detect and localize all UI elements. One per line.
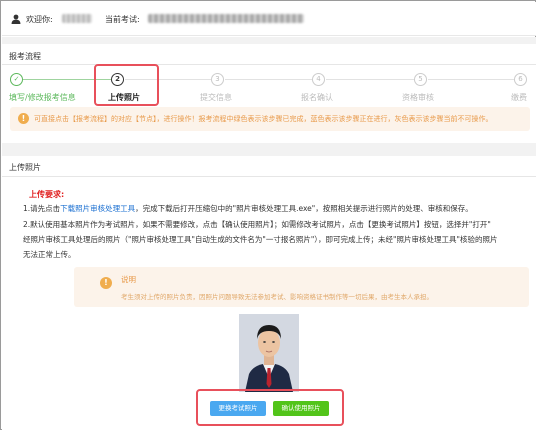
step-1-done-icon[interactable]: ✓ — [10, 73, 23, 86]
step-4-label[interactable]: 报名确认 — [301, 92, 333, 103]
top-bar: 欢迎你: 当前考试: — [2, 2, 536, 36]
upload-notice: ! 说明 考生须对上传的照片负责，因照片问题导致无法参加考试、影响资格证书制作等… — [74, 267, 529, 307]
step-1-label[interactable]: 填写/修改报考信息 — [9, 92, 76, 103]
step-4-circle[interactable]: 4 — [312, 73, 325, 86]
step-5-label[interactable]: 资格审核 — [402, 92, 434, 103]
change-photo-button[interactable]: 更换考试照片 — [210, 401, 266, 416]
process-notice: ! 可直接点击【报考流程】的对应【节点】，进行操作！报考流程中绿色表示该步骤已完… — [10, 107, 530, 131]
requirements-title: 上传要求: — [29, 190, 65, 199]
upload-title: 上传照片 — [9, 163, 41, 172]
page-frame: 欢迎你: 当前考试: 报考流程 ✓ 填写/修改报考信息 2 上传照片 3 提交信… — [0, 0, 536, 430]
requirement-line-4: 无法正常上传。 — [23, 250, 76, 259]
welcome-label: 欢迎你: — [26, 15, 53, 24]
step-5-circle[interactable]: 5 — [414, 73, 427, 86]
confirm-photo-button[interactable]: 确认使用照片 — [273, 401, 329, 416]
warning-icon: ! — [100, 277, 112, 289]
step-6-label[interactable]: 缴费 — [511, 92, 527, 103]
step-3-label[interactable]: 提交信息 — [200, 92, 232, 103]
requirement-line-1-pre: 1.请先点击 — [23, 204, 61, 213]
current-exam-redacted — [148, 14, 304, 23]
section-gap — [2, 37, 536, 44]
step-3-circle[interactable]: 3 — [211, 73, 224, 86]
requirement-line-1-post: ，完成下载后打开压缩包中的"照片审核处理工具.exe"，按照相关提示进行照片的处… — [135, 204, 473, 213]
divider — [2, 64, 536, 65]
warning-icon: ! — [18, 113, 29, 124]
requirement-line-1: 1.请先点击下载照片审核处理工具，完成下载后打开压缩包中的"照片审核处理工具.e… — [23, 203, 473, 214]
applicant-photo — [239, 314, 299, 392]
divider — [2, 176, 536, 177]
portrait-image — [239, 314, 299, 392]
step-2-label[interactable]: 上传照片 — [108, 92, 140, 103]
user-icon — [11, 14, 21, 24]
step-connector — [326, 79, 414, 80]
process-title: 报考流程 — [9, 52, 41, 61]
step-6-circle[interactable]: 6 — [514, 73, 527, 86]
step-connector — [428, 79, 514, 80]
step-2-circle[interactable]: 2 — [111, 73, 124, 86]
download-tool-link[interactable]: 下载照片审核处理工具 — [60, 204, 135, 213]
process-notice-text: 可直接点击【报考流程】的对应【节点】，进行操作！报考流程中绿色表示该步骤已完成，… — [34, 115, 493, 123]
user-name-redacted — [62, 14, 92, 23]
current-exam-label: 当前考试: — [105, 15, 140, 24]
requirement-line-2: 2.默认使用基本照片作为考试照片，如果不需要修改，点击【确认使用照片】；如需修改… — [23, 220, 491, 229]
process-section — [2, 44, 536, 154]
requirement-line-3: 经照片审核工具处理后的照片（"照片审核处理工具"自动生成的文件名为"一寸报名照片… — [23, 235, 498, 244]
upload-notice-text: 考生须对上传的照片负责，因照片问题导致无法参加考试、影响资格证书制作等一切后果，… — [121, 293, 433, 301]
step-connector — [225, 79, 312, 80]
upload-notice-title: 说明 — [121, 275, 136, 284]
section-gap — [2, 143, 536, 156]
